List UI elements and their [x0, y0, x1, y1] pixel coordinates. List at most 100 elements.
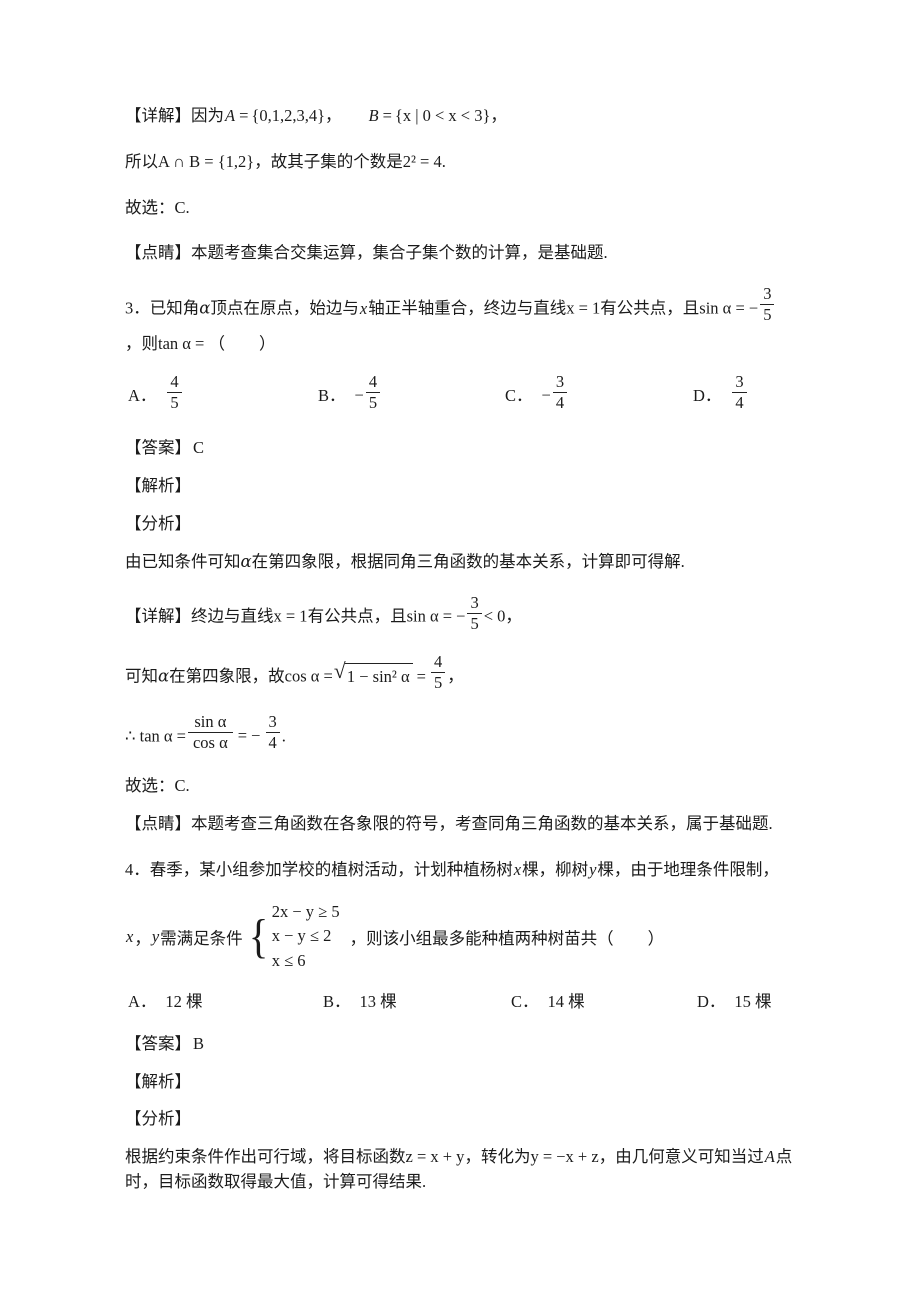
q3-option-b-den: 5: [368, 392, 378, 412]
q3-option-c-fraction: 34: [552, 372, 568, 412]
q3-option-d[interactable]: D． 3 4: [693, 372, 749, 413]
q2-intersection-line: 所以A ∩ B = {1,2}，故其子集的个数是2² = 4.: [125, 150, 793, 175]
q3-detail-sine: sin α = −: [406, 606, 466, 626]
q3-stem-part2: 顶点在原点，始边与: [210, 298, 359, 318]
q3-tan-ratio-num: sin α: [187, 713, 233, 733]
q3-detail-fraction: 35: [467, 593, 482, 633]
q4-analysis-part2: ，转化为: [464, 1147, 531, 1166]
q2-choose-line: 故选：C.: [125, 197, 190, 217]
fraction-numerator: 3: [760, 285, 775, 306]
alpha-symbol-detail: α: [158, 666, 170, 686]
q4-after-system: ，则该小组最多能种植两种树苗共（: [349, 928, 614, 948]
q3-choose-line: 故选：C.: [125, 776, 190, 796]
therefore-icon: ∴: [125, 726, 136, 746]
q4-objective-function: z = x + y: [405, 1147, 465, 1166]
q4-answer-value: B: [193, 1033, 205, 1053]
q3-detail-equation: x = 1: [273, 606, 308, 626]
q3-detail-line-1: 【详解】终边与直线x = 1有公共点，且sin α = −3 5 < 0，: [125, 593, 793, 634]
q3-option-c-den: 4: [555, 392, 565, 412]
q3-analysis-part2: 在第四象限，根据同角三角函数的基本关系，计算即可得解.: [251, 551, 685, 571]
q3-detail-num: 3: [467, 593, 482, 614]
q4-analysis-text: 根据约束条件作出可行域，将目标函数z = x + y，转化为y = −x + z…: [125, 1145, 793, 1195]
q3-tan-value-den: 4: [268, 732, 277, 752]
q4-option-a[interactable]: A． 12 棵: [128, 988, 203, 1012]
equals-sign: =: [239, 106, 249, 125]
q3-option-c[interactable]: C． −3 4: [505, 372, 569, 413]
q3-explanation-label: 【解析】: [125, 476, 191, 496]
q4-stem-part2: 棵，柳树: [522, 859, 589, 879]
q3-stem-line-2: ，则tan α = （ ）: [125, 332, 793, 357]
q4-option-a-label: A．: [128, 991, 157, 1011]
q3-detail2-part1: 可知: [125, 666, 158, 686]
q4-option-d-label: D．: [697, 991, 726, 1011]
q3-paren-close: ）: [258, 333, 276, 353]
q3-option-a-fraction: 45: [167, 372, 182, 412]
q3-tan-ratio-den: cos α: [192, 732, 228, 752]
q3-answer-label: 【答案】: [125, 438, 191, 458]
q3-radicand: 1 − sin² α: [344, 662, 413, 690]
q3-cos-fraction: 45: [430, 653, 446, 693]
set-b-body: {x | 0 < x < 3}: [394, 106, 491, 125]
q3-tan-period: .: [281, 726, 286, 746]
q4-inequality-system: 2x − y ≥ 5 x − y ≤ 2 x ≤ 6: [271, 900, 340, 974]
q3-option-c-num: 3: [552, 372, 568, 393]
q4-option-b[interactable]: B． 13 棵: [323, 988, 397, 1012]
q3-option-b[interactable]: B． −4 5: [318, 372, 382, 413]
alpha-symbol: α: [199, 298, 211, 318]
q3-option-d-label: D．: [693, 385, 722, 405]
q3-option-b-fraction: 45: [365, 372, 381, 412]
q3-cos-num: 4: [430, 653, 446, 674]
q3-detail-label: 【详解】: [125, 606, 191, 626]
q3-answer-value: C: [193, 438, 205, 458]
q3-detail2-comma: ，: [447, 666, 464, 686]
q4-option-b-text: 13 棵: [359, 991, 397, 1011]
q3-option-c-label: C．: [505, 385, 533, 405]
q4-analysis-label: 【分析】: [125, 1109, 191, 1129]
q3-tan-query: tan α = （: [158, 333, 225, 353]
q4-stem-part1: 春季，某小组参加学校的植树活动，计划种植杨树: [149, 859, 513, 879]
q3-tan-value-fraction: 34: [265, 713, 280, 752]
q3-tangent-line: ∴ tan α = sin α cos α = −3 4.: [125, 713, 793, 754]
q3-tan-ratio-fraction: sin α cos α: [187, 713, 233, 752]
q4-option-d[interactable]: D． 15 棵: [697, 988, 772, 1012]
q4-analysis-part1: 根据约束条件作出可行域，将目标函数: [125, 1147, 406, 1166]
q3-line2-comma: ，则: [125, 333, 158, 353]
detail-text: 因为: [191, 106, 224, 125]
q3-stem-line-1: 3．已知角α顶点在原点，始边与x轴正半轴重合，终边与直线x = 1有公共点，且s…: [125, 285, 793, 326]
q3-option-b-num: 4: [365, 372, 381, 393]
q3-option-a[interactable]: A． 4 5: [128, 372, 184, 413]
sine-fraction: 35: [760, 285, 775, 325]
q3-tan-value-num: 3: [265, 713, 280, 733]
q4-option-c[interactable]: C． 14 棵: [511, 988, 585, 1012]
x-variable: x: [359, 298, 368, 318]
q4-paren-close: ）: [647, 928, 665, 948]
fraction-denominator: 5: [763, 305, 772, 325]
q3-analysis-part1: 由已知条件可知: [125, 551, 241, 571]
q3-option-b-label: B．: [318, 385, 346, 405]
q4-options-row: A． 12 棵 B． 13 棵 C． 14 棵 D． 15 棵: [125, 988, 793, 1018]
q3-analysis-label: 【分析】: [125, 513, 191, 533]
detail-tag: 【详解】: [125, 106, 191, 125]
q2-insight-line: 【点睛】本题考查集合交集运算，集合子集个数的计算，是基础题.: [125, 243, 608, 263]
q3-stem-part3: 轴正半轴重合，终边与直线: [368, 298, 567, 318]
square-root-icon: 1 − sin² α: [334, 661, 413, 690]
q3-answer-line: 【答案】 C: [125, 436, 793, 461]
comma-2: ，: [490, 106, 507, 125]
q4-option-d-text: 15 棵: [734, 991, 772, 1011]
q4-cond-x: x: [126, 926, 134, 946]
q3-detail-part1: 终边与直线: [191, 606, 274, 626]
q3-detail-line-2: 可知α在第四象限，故cos α = 1 − sin² α=45，: [125, 653, 793, 694]
q3-cos-lhs: cos α =: [284, 666, 333, 686]
q3-cos-den: 5: [433, 673, 443, 693]
q3-analysis-text: 由已知条件可知α在第四象限，根据同角三角函数的基本关系，计算即可得解.: [125, 550, 793, 575]
q3-detail-comma: ，: [505, 606, 522, 626]
q3-line-equation: x = 1: [566, 298, 601, 318]
q3-option-c-sign: −: [541, 385, 551, 405]
q4-option-c-text: 14 棵: [547, 991, 585, 1011]
set-a-name: A: [225, 106, 236, 125]
q4-analysis-part3: ，由几何意义可知当过: [598, 1147, 764, 1166]
q3-tan-equals: = −: [237, 726, 261, 746]
q4-inequality-2: x − y ≤ 2: [271, 926, 332, 946]
line2-prefix: 所以: [125, 151, 158, 171]
period: .: [441, 151, 446, 171]
